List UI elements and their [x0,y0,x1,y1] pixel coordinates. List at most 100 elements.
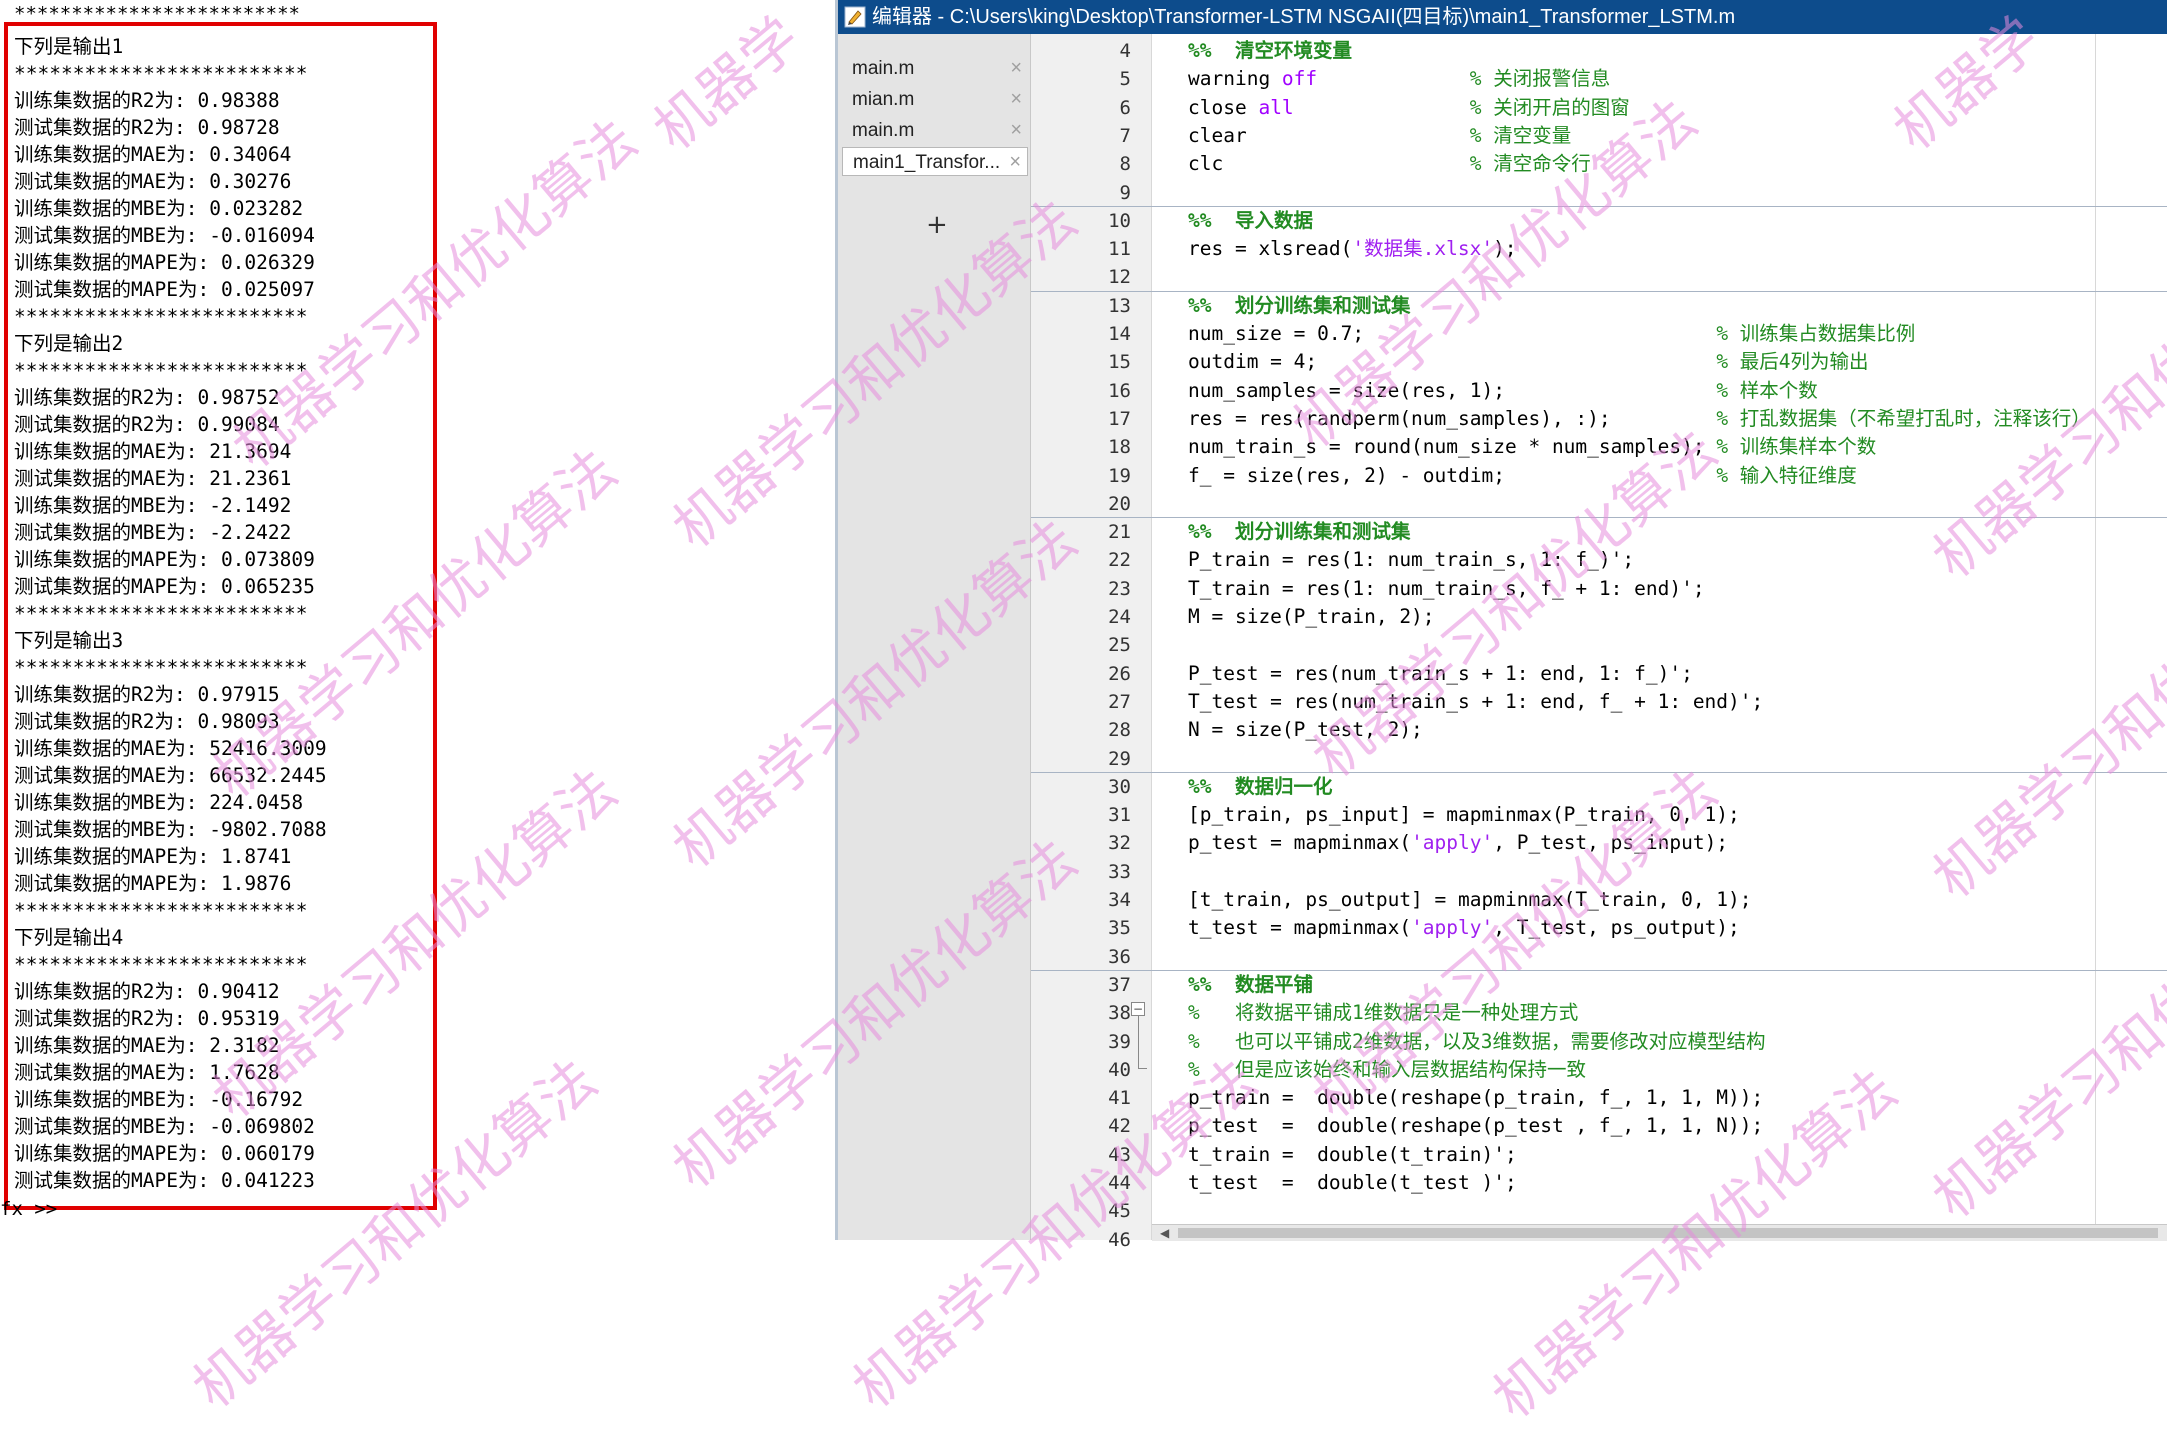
cell-separator [1031,290,2167,292]
line-number: 42 [1108,1115,1131,1138]
add-tab-button[interactable]: + [926,212,948,238]
code-line[interactable]: clear % 清空变量 [1188,122,1571,150]
code-line[interactable]: T_train = res(1: num_train_s, f_ + 1: en… [1188,575,1705,603]
code-line[interactable]: warning off % 关闭报警信息 [1188,65,1610,93]
line-number: 28 [1108,719,1131,742]
code-line[interactable]: % 将数据平铺成1维数据只是一种处理方式 [1188,999,1578,1027]
code-line[interactable]: %% 数据归一化 [1188,773,1332,801]
line-number: 15 [1108,351,1131,374]
tab-main1-transformer[interactable]: main1_Transfor... × [842,147,1028,176]
line-number: 4 [1119,40,1131,62]
line-number: 44 [1108,1172,1131,1194]
line-number: 16 [1108,379,1131,402]
line-number: 26 [1108,662,1131,685]
line-number: 27 [1108,690,1131,713]
command-prompt[interactable]: fx >> [0,1198,57,1220]
line-number: 11 [1108,238,1131,261]
line-number: 30 [1108,775,1131,798]
line-number: 9 [1119,181,1131,204]
code-line[interactable]: f_ = size(res, 2) - outdim; % 输入特征维度 [1188,462,1857,490]
line-number: 24 [1108,606,1131,628]
line-number: 14 [1108,323,1131,345]
line-number: 5 [1119,68,1131,91]
tab-main-m[interactable]: main.m × [842,54,1028,83]
tab-label: main.m [852,58,915,79]
editor-title-bar: 编辑器 - C:\Users\king\Desktop\Transformer-… [838,0,2167,34]
close-icon[interactable]: × [1009,148,1021,177]
line-number: 19 [1108,464,1131,487]
tab-label: mian.m [852,89,915,110]
cell-separator [1031,205,2167,207]
file-tab-strip: main.m × mian.m × main.m × main1_Transfo… [838,34,1031,1240]
code-line[interactable]: P_train = res(1: num_train_s, 1: f_)'; [1188,546,1634,574]
line-number: 34 [1108,889,1131,911]
line-number: 20 [1108,492,1131,515]
fold-line [1138,1016,1139,1068]
code-line[interactable]: [t_train, ps_output] = mapminmax(T_train… [1188,886,1752,914]
code-line[interactable]: t_test = mapminmax('apply', T_test, ps_o… [1188,914,1740,942]
line-number: 7 [1119,124,1131,147]
code-line[interactable]: P_test = res(num_train_s + 1: end, 1: f_… [1188,660,1693,688]
line-number: 38 [1108,1002,1131,1025]
tab-label: main.m [852,120,915,141]
code-line[interactable]: close all % 关闭开启的图窗 [1188,94,1630,122]
line-number: 17 [1108,407,1131,430]
line-number: 45 [1108,1200,1131,1223]
line-number: 36 [1108,945,1131,968]
line-number: 41 [1108,1087,1131,1110]
code-line[interactable]: t_train = double(t_train)'; [1188,1141,1517,1169]
line-number: 35 [1108,917,1131,940]
code-line[interactable]: %% 导入数据 [1188,207,1313,235]
line-number: 29 [1108,747,1131,770]
code-line[interactable]: t_test = double(t_test )'; [1188,1169,1517,1197]
horizontal-scrollbar[interactable]: ◀ [1152,1224,2167,1241]
code-line[interactable]: clc % 清空命令行 [1188,150,1591,178]
scrollbar-thumb[interactable] [1178,1228,2158,1238]
line-number: 18 [1108,436,1131,459]
code-line[interactable]: %% 划分训练集和测试集 [1188,292,1410,320]
tab-main-m-2[interactable]: main.m × [842,116,1028,145]
close-icon[interactable]: × [1010,85,1022,114]
code-line[interactable]: M = size(P_train, 2); [1188,603,1435,631]
editor-icon [844,6,866,28]
line-number: 37 [1108,973,1131,996]
cell-separator [1031,969,2167,971]
right-margin-line [2095,34,2096,1224]
code-line[interactable]: res = res(randperm(num_samples), :); % 打… [1188,405,2091,433]
code-line[interactable]: T_test = res(num_train_s + 1: end, f_ + … [1188,688,1763,716]
close-icon[interactable]: × [1010,54,1022,83]
code-line[interactable]: p_test = mapminmax('apply', P_test, ps_i… [1188,829,1728,857]
code-line[interactable]: N = size(P_test, 2); [1188,716,1423,744]
code-line[interactable]: p_train = double(reshape(p_train, f_, 1,… [1188,1084,1763,1112]
line-number: 8 [1119,153,1131,176]
line-number: 13 [1108,294,1131,317]
line-number: 32 [1108,832,1131,855]
code-line[interactable]: num_size = 0.7; % 训练集占数据集比例 [1188,320,1915,348]
code-line[interactable]: %% 清空环境变量 [1188,37,1352,65]
fold-toggle-icon[interactable]: − [1131,1002,1145,1016]
line-number: 6 [1119,96,1131,119]
command-window[interactable]: ************************* 下列是输出1 ********… [0,0,835,1240]
scroll-left-icon[interactable]: ◀ [1160,1226,1169,1240]
editor-title: 编辑器 - C:\Users\king\Desktop\Transformer-… [872,6,1736,28]
code-line[interactable]: p_test = double(reshape(p_test , f_, 1, … [1188,1112,1763,1140]
line-number: 22 [1108,549,1131,572]
code-line[interactable]: outdim = 4; % 最后4列为输出 [1188,348,1869,376]
tab-mian-m[interactable]: mian.m × [842,85,1028,114]
code-line[interactable]: num_samples = size(res, 1); % 样本个数 [1188,377,1818,405]
line-number: 12 [1108,266,1131,289]
code-line[interactable]: res = xlsread('数据集.xlsx'); [1188,235,1517,263]
code-line[interactable]: %% 划分训练集和测试集 [1188,518,1410,546]
code-line[interactable]: num_train_s = round(num_size * num_sampl… [1188,433,1876,461]
code-line[interactable]: [p_train, ps_input] = mapminmax(P_train,… [1188,801,1740,829]
code-line[interactable]: % 也可以平铺成2维数据，以及3维数据，需要修改对应模型结构 [1188,1028,1765,1056]
code-line[interactable]: % 但是应该始终和输入层数据结构保持一致 [1188,1056,1586,1084]
code-area[interactable]: %% 清空环境变量 warning off % 关闭报警信息 close all %… [1152,34,2167,1224]
line-number: 25 [1108,634,1131,657]
line-number: 39 [1108,1030,1131,1053]
line-number: 21 [1108,521,1131,544]
line-number-gutter: 4 5 6 7 8 9 10 11 12 13 14 15 16 17 18 19 20 21 22 23 24 25 26… [1031,34,1152,1251]
code-line[interactable]: %% 数据平铺 [1188,971,1313,999]
line-number: 31 [1108,804,1131,827]
close-icon[interactable]: × [1010,116,1022,145]
